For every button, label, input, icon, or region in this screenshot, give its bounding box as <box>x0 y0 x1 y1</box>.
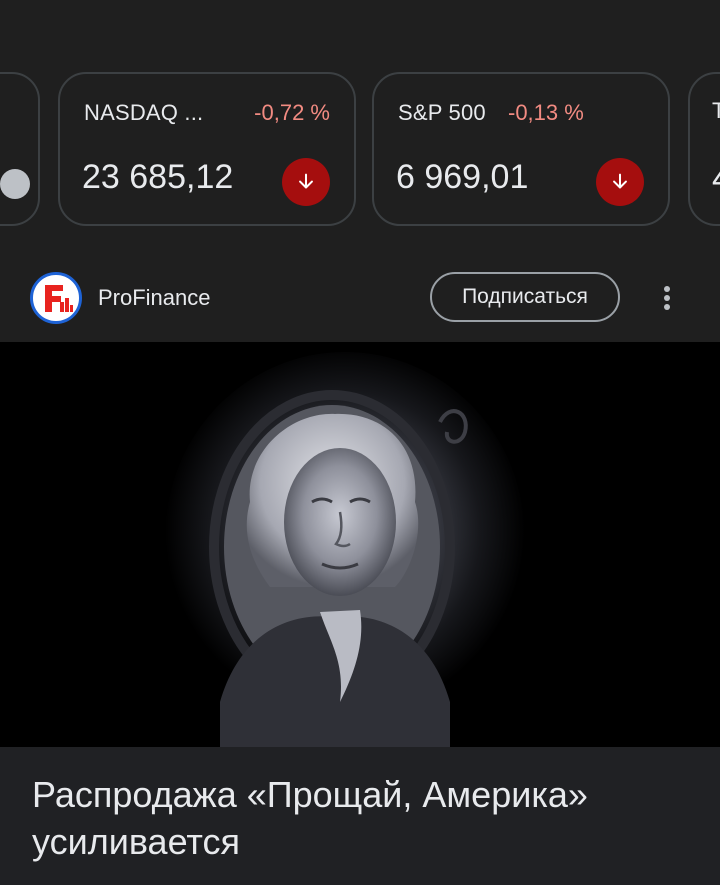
article-headline-section[interactable]: Распродажа «Прощай, Америка» усиливается <box>0 747 720 885</box>
article-image[interactable] <box>0 342 720 747</box>
publisher-name[interactable]: ProFinance <box>98 285 211 311</box>
ticker-name: T <box>712 98 720 123</box>
ticker-card-partial-left[interactable] <box>0 72 40 226</box>
profinance-logo-icon[interactable] <box>30 272 82 324</box>
ticker-card-partial-right[interactable]: T 4 <box>688 72 720 226</box>
george-washington-portrait-image <box>0 342 720 747</box>
news-feed-page: NASDAQ ... -0,72 % 23 685,12 S&P 500 -0,… <box>0 0 720 885</box>
subscribe-button[interactable]: Подписаться <box>430 272 620 322</box>
ticker-card-sp500[interactable]: S&P 500 -0,13 % 6 969,01 <box>372 72 670 226</box>
ticker-value: 6 969,01 <box>396 158 529 196</box>
ticker-card-nasdaq[interactable]: NASDAQ ... -0,72 % 23 685,12 <box>58 72 356 226</box>
publisher-row: ProFinance Подписаться <box>0 260 720 342</box>
ticker-name: S&P 500 <box>398 100 486 125</box>
article-headline[interactable]: Распродажа «Прощай, Америка» усиливается <box>32 771 692 865</box>
ticker-change: -0,13 % <box>508 100 584 125</box>
more-options-icon[interactable] <box>652 280 682 316</box>
ticker-indicator-dot-icon <box>0 169 30 199</box>
ticker-name: NASDAQ ... <box>84 100 204 125</box>
ticker-value: 23 685,12 <box>82 158 234 196</box>
ticker-change: -0,72 % <box>254 100 330 125</box>
ticker-value: 4 <box>712 160 720 199</box>
arrow-down-icon <box>596 158 644 206</box>
market-ticker-strip[interactable]: NASDAQ ... -0,72 % 23 685,12 S&P 500 -0,… <box>0 0 720 260</box>
arrow-down-icon <box>282 158 330 206</box>
